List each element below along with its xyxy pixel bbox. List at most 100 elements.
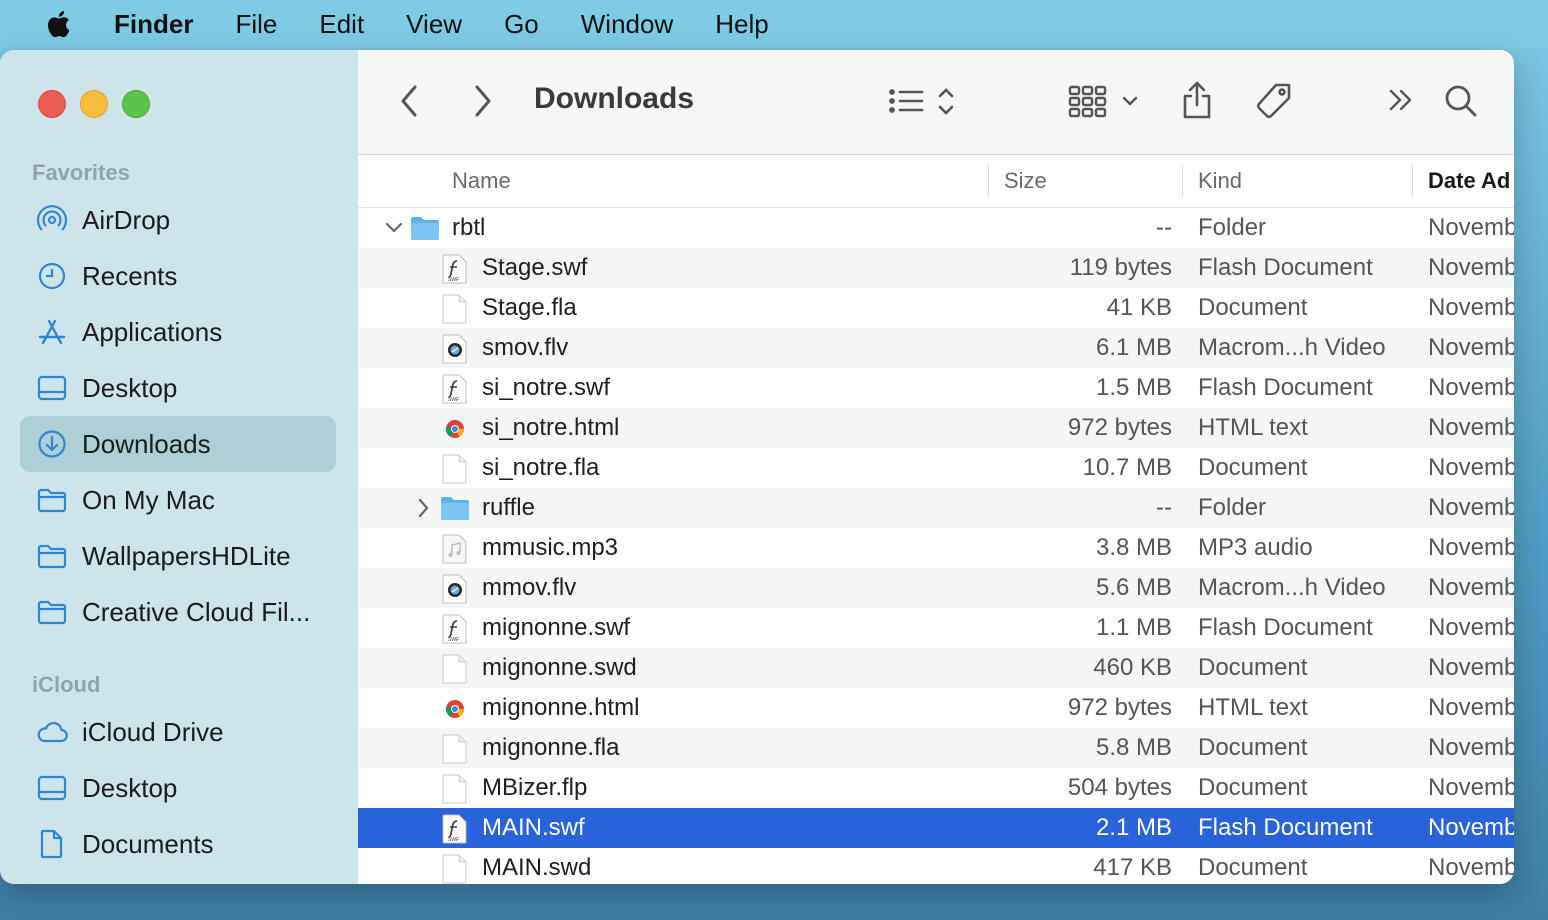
file-name: smov.flv [482,334,569,361]
file-row[interactable]: smov.flv 6.1 MB Macrom...h Video Novemb [358,328,1514,368]
zoom-window-button[interactable] [122,90,150,118]
menu-view[interactable]: View [406,9,462,40]
tag-icon [1256,83,1291,119]
file-size: 119 bytes [1069,254,1172,281]
file-row[interactable]: mmov.flv 5.6 MB Macrom...h Video Novemb [358,568,1514,608]
menu-go[interactable]: Go [504,9,539,40]
file-size: 10.7 MB [1082,454,1172,481]
sidebar-item-downloads[interactable]: Downloads [20,416,336,472]
file-row[interactable]: SWF Stage.swf 119 bytes Flash Document Novem… [358,248,1514,288]
sidebar-section-favorites: Favorites [32,160,130,185]
minimize-window-button[interactable] [80,90,108,118]
search-button[interactable] [1444,84,1478,118]
column-header-kind[interactable]: Kind [1198,155,1242,207]
sidebar-item-label: Applications [82,316,223,347]
file-row[interactable]: mignonne.fla 5.8 MB Document Novemb [358,728,1514,768]
file-date-added: Novemb [1428,454,1514,481]
sidebar-item-recents[interactable]: Recents [20,248,336,304]
grid-view-icon [1068,85,1138,118]
file-row[interactable]: mignonne.swd 460 KB Document Novemb [358,648,1514,688]
file-row[interactable]: SWF si_notre.swf 1.5 MB Flash Document Novem… [358,368,1514,408]
forward-button[interactable] [472,84,494,118]
file-row[interactable]: SWF mignonne.swf 1.1 MB Flash Document Novem… [358,608,1514,648]
file-kind: Folder [1198,214,1267,241]
sidebar-item-wallpapershdlite[interactable]: WallpapersHDLite [20,528,336,584]
sidebar-item-icloud-desktop[interactable]: Desktop [20,760,336,816]
file-row[interactable]: mmusic.mp3 3.8 MB MP3 audio Novemb [358,528,1514,568]
sidebar-item-airdrop[interactable]: AirDrop [20,192,336,248]
back-button[interactable] [398,84,420,118]
sidebar-item-label: AirDrop [82,204,171,235]
column-header-date-added[interactable]: Date Ad [1428,155,1510,207]
apple-logo-icon[interactable] [42,8,72,40]
chevron-down-icon[interactable] [384,216,404,240]
folder-icon [36,596,68,628]
file-kind: Document [1198,734,1308,761]
share-button[interactable] [1180,80,1214,120]
column-header-name[interactable]: Name [452,155,511,207]
column-divider[interactable] [988,165,989,197]
airdrop-icon [36,204,68,236]
sidebar-item-desktop[interactable]: Desktop [20,360,336,416]
file-name: MBizer.flp [482,774,588,801]
file-kind: Document [1198,454,1308,481]
column-header-size[interactable]: Size [1004,155,1047,207]
menu-app-name[interactable]: Finder [114,9,193,40]
sidebar-item-label: Recents [82,260,178,291]
file-row[interactable]: mignonne.html 972 bytes HTML text Novemb [358,688,1514,728]
list-view-icon [889,88,954,115]
sidebar-item-icloud-drive[interactable]: iCloud Drive [20,704,336,760]
sidebar-item-on-my-mac[interactable]: On My Mac [20,472,336,528]
file-row[interactable]: rbtl -- Folder Novemb [358,208,1514,248]
menu-file[interactable]: File [235,9,277,40]
file-size: 3.8 MB [1095,534,1172,561]
menu-help[interactable]: Help [715,9,768,40]
sidebar-item-creative-cloud-files[interactable]: Creative Cloud Fil... [20,584,336,640]
view-options-button[interactable] [888,86,960,118]
column-header-row: Name Size Kind Date Ad [358,155,1514,208]
finder-window: Favorites AirDrop Recents Applications D… [0,50,1514,884]
file-row[interactable]: si_notre.html 972 bytes HTML text Novemb [358,408,1514,448]
file-kind: Document [1198,294,1308,321]
file-date-added: Novemb [1428,494,1514,521]
file-row[interactable]: ruffle -- Folder Novemb [358,488,1514,528]
more-toolbar-button[interactable] [1388,88,1414,112]
file-size: 1.1 MB [1095,614,1172,641]
chevron-right-icon [475,85,491,117]
file-row[interactable]: SWF MAIN.swf 2.1 MB Flash Document Novemb [358,808,1514,848]
file-row[interactable]: Stage.fla 41 KB Document Novemb [358,288,1514,328]
video-file-icon [442,334,468,364]
group-by-button[interactable] [1068,84,1140,120]
desktop-icon [36,372,68,404]
file-row[interactable]: MAIN.swd 417 KB Document Novemb [358,848,1514,884]
flash-document-icon: SWF [442,254,468,284]
file-date-added: Novemb [1428,854,1514,881]
file-date-added: Novemb [1428,254,1514,281]
toolbar: Downloads [358,50,1514,155]
sidebar-item-documents[interactable]: Documents [20,816,336,872]
sidebar-item-label: Desktop [82,772,178,803]
main-pane: Downloads Name Size Kind Date Ad rbtl --… [358,50,1514,884]
chevron-left-icon [401,85,417,117]
column-divider[interactable] [1412,165,1413,197]
column-divider[interactable] [1182,165,1183,197]
folder-icon [440,494,470,522]
menu-edit[interactable]: Edit [319,9,364,40]
file-name: mmov.flv [482,574,577,601]
close-window-button[interactable] [38,90,66,118]
sidebar-item-label: Documents [82,828,214,859]
file-size: 5.6 MB [1095,574,1172,601]
file-row[interactable]: MBizer.flp 504 bytes Document Novemb [358,768,1514,808]
chevron-right-icon[interactable] [414,496,434,520]
file-kind: Flash Document [1198,614,1373,641]
file-kind: Macrom...h Video [1198,574,1386,601]
tags-button[interactable] [1254,82,1294,122]
menu-window[interactable]: Window [581,9,673,40]
sidebar-item-applications[interactable]: Applications [20,304,336,360]
file-name: MAIN.swd [482,854,592,881]
flash-document-icon: SWF [442,614,468,644]
document-icon [442,654,468,684]
file-row[interactable]: si_notre.fla 10.7 MB Document Novemb [358,448,1514,488]
document-icon [442,734,468,764]
file-date-added: Novemb [1428,334,1514,361]
